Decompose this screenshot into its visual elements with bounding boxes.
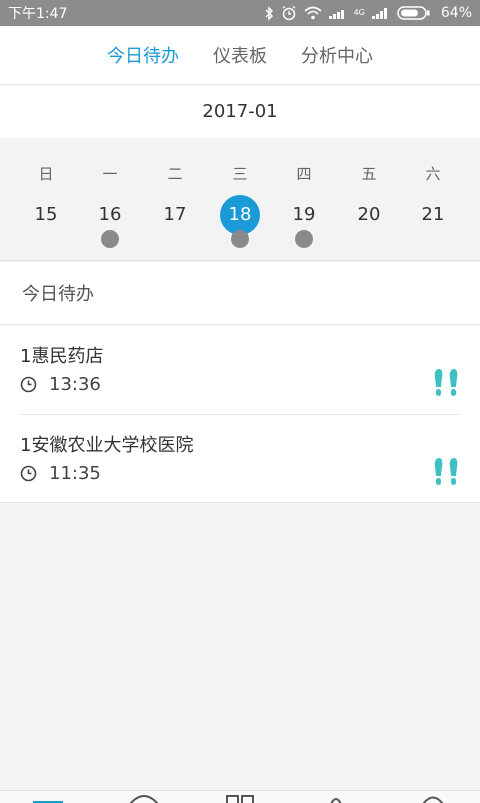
month-label[interactable]: 2017-01 xyxy=(0,85,480,138)
weekday-label: 一 xyxy=(102,165,118,183)
calendar-day-column[interactable]: 三 18 xyxy=(207,138,273,261)
weekday-label: 二 xyxy=(167,165,183,183)
signal-icon xyxy=(371,8,387,19)
weekday-label: 日 xyxy=(38,165,54,183)
calendar-day-column[interactable]: 日 15 xyxy=(13,138,79,261)
calendar-day-column[interactable]: 二 17 xyxy=(142,138,208,261)
todo-time-row: 11:35 xyxy=(20,463,101,484)
status-time: 下午1:47 xyxy=(8,6,68,22)
tab-analysis-center[interactable]: 分析中心 xyxy=(301,42,373,68)
todo-item[interactable]: 1惠民药店 13:36 xyxy=(20,326,460,414)
calendar-day-column[interactable]: 四 19 xyxy=(271,138,337,261)
todo-list: 1惠民药店 13:36 1安徽农业大学校医院 11:35 xyxy=(0,326,480,503)
calendar-day-column[interactable]: 一 16 xyxy=(77,138,143,261)
todo-time: 13:36 xyxy=(49,374,101,395)
contacts-icon[interactable] xyxy=(328,791,344,803)
tab-dashboard[interactable]: 仪表板 xyxy=(213,42,267,68)
weekday-label: 三 xyxy=(232,165,248,183)
bluetooth-icon xyxy=(265,5,273,21)
home-icon[interactable] xyxy=(32,791,64,803)
tab-today-todo[interactable]: 今日待办 xyxy=(107,42,179,68)
compass-icon[interactable] xyxy=(128,791,160,803)
calendar-day-column[interactable]: 五 20 xyxy=(336,138,402,261)
battery-icon xyxy=(397,6,430,20)
bottom-nav xyxy=(0,790,480,803)
calendar-date[interactable]: 15 xyxy=(26,195,66,235)
calendar-date-selected[interactable]: 18 xyxy=(220,195,260,235)
status-bar: 下午1:47 4G 64% xyxy=(0,0,480,26)
clock-icon xyxy=(20,376,37,393)
signal-icon xyxy=(328,10,344,19)
alarm-icon xyxy=(282,5,295,21)
network-label: 4G xyxy=(353,8,365,17)
weekday-label: 六 xyxy=(425,165,441,183)
todo-name: 1惠民药店 xyxy=(20,346,104,367)
todo-section-header: 今日待办 xyxy=(0,262,480,325)
status-icons: 4G 64% xyxy=(264,5,472,21)
calendar-date[interactable]: 16 xyxy=(90,195,130,235)
wifi-icon xyxy=(304,6,322,20)
top-tabs: 今日待办 仪表板 分析中心 xyxy=(0,26,480,85)
calendar-date[interactable]: 19 xyxy=(284,195,324,235)
apps-icon[interactable] xyxy=(225,791,257,803)
battery-percent: 64% xyxy=(440,5,472,21)
todo-time: 11:35 xyxy=(49,463,101,484)
footprints-icon[interactable] xyxy=(432,457,460,489)
footprints-icon[interactable] xyxy=(432,368,460,400)
calendar-date[interactable]: 21 xyxy=(413,195,453,235)
event-dot xyxy=(295,230,313,248)
todo-time-row: 13:36 xyxy=(20,374,101,395)
todo-item[interactable]: 1安徽农业大学校医院 11:35 xyxy=(20,414,460,502)
profile-icon[interactable] xyxy=(421,791,445,803)
calendar-date[interactable]: 20 xyxy=(349,195,389,235)
clock-icon xyxy=(20,465,37,482)
weekday-label: 五 xyxy=(361,165,377,183)
calendar-day-column[interactable]: 六 21 xyxy=(400,138,466,261)
weekday-label: 四 xyxy=(296,165,312,183)
event-dot xyxy=(101,230,119,248)
todo-name: 1安徽农业大学校医院 xyxy=(20,435,194,456)
event-dot xyxy=(231,230,249,248)
week-calendar: 日 15 一 16 二 17 三 18 四 19 五 20 六 21 xyxy=(0,138,480,261)
calendar-date[interactable]: 17 xyxy=(155,195,195,235)
